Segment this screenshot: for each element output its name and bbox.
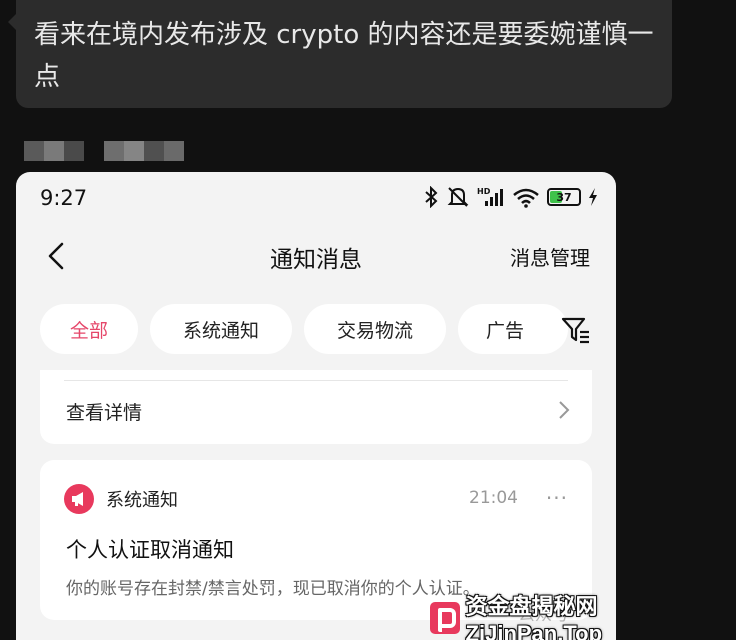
mosaic-tile — [144, 141, 164, 161]
phone-screenshot: 9:27 HD 37 通知消息 消息管理 全部 系统通知 交易物流 广告 查看详… — [16, 172, 616, 640]
previous-notification-card: 查看详情 — [40, 370, 592, 444]
chevron-right-icon[interactable] — [558, 400, 570, 420]
watermark-logo-icon — [430, 602, 460, 634]
nav-bar: 通知消息 消息管理 — [16, 224, 616, 288]
divider — [64, 380, 568, 381]
status-icons: HD 37 — [423, 186, 598, 208]
tab-system-notice[interactable]: 系统通知 — [150, 304, 292, 354]
notification-time: 21:04 — [469, 488, 518, 508]
tab-all[interactable]: 全部 — [40, 304, 138, 354]
site-watermark: 资金盘揭秘网 ZiJinPan.Top — [430, 594, 736, 640]
sender-name-pixelated — [24, 141, 84, 161]
watermark-text: 资金盘揭秘网 ZiJinPan.Top — [465, 594, 603, 640]
mosaic-tile — [164, 141, 184, 161]
bluetooth-icon — [425, 186, 438, 208]
mosaic-tile — [44, 141, 64, 161]
battery-icon: 37 — [547, 188, 581, 206]
message-management-button[interactable]: 消息管理 — [510, 242, 590, 271]
wifi-icon — [513, 188, 539, 208]
chat-message-bubble: 看来在境内发布涉及 crypto 的内容还是要委婉谨慎一点 — [16, 0, 672, 108]
mute-icon — [447, 187, 469, 207]
status-bar: 9:27 HD 37 — [16, 172, 616, 224]
filter-icon[interactable] — [560, 314, 592, 346]
sender-name-pixelated-2 — [104, 141, 184, 161]
battery-level: 37 — [556, 190, 572, 204]
status-time: 9:27 — [40, 186, 88, 210]
mosaic-tile — [24, 141, 44, 161]
notification-source: 系统通知 — [106, 490, 178, 511]
mosaic-tile — [124, 141, 144, 161]
tab-trade-logistics[interactable]: 交易物流 — [304, 304, 446, 354]
network-hd-label: HD — [477, 187, 491, 196]
view-details-link[interactable]: 查看详情 — [66, 398, 142, 425]
more-options-icon[interactable]: ··· — [546, 486, 568, 510]
signal-icon: HD — [477, 187, 503, 206]
chat-message-text: 看来在境内发布涉及 crypto 的内容还是要委婉谨慎一点 — [34, 20, 654, 92]
tab-ads[interactable]: 广告 — [458, 304, 568, 354]
charging-icon — [589, 188, 597, 206]
notification-title: 个人认证取消通知 — [66, 538, 234, 562]
category-tabs: 全部 系统通知 交易物流 广告 — [40, 304, 616, 354]
notification-body: 你的账号存在封禁/禁言处罚，现已取消你的个人认证。 — [66, 579, 480, 599]
mosaic-tile — [104, 141, 124, 161]
mosaic-tile — [64, 141, 84, 161]
megaphone-icon — [64, 484, 94, 514]
